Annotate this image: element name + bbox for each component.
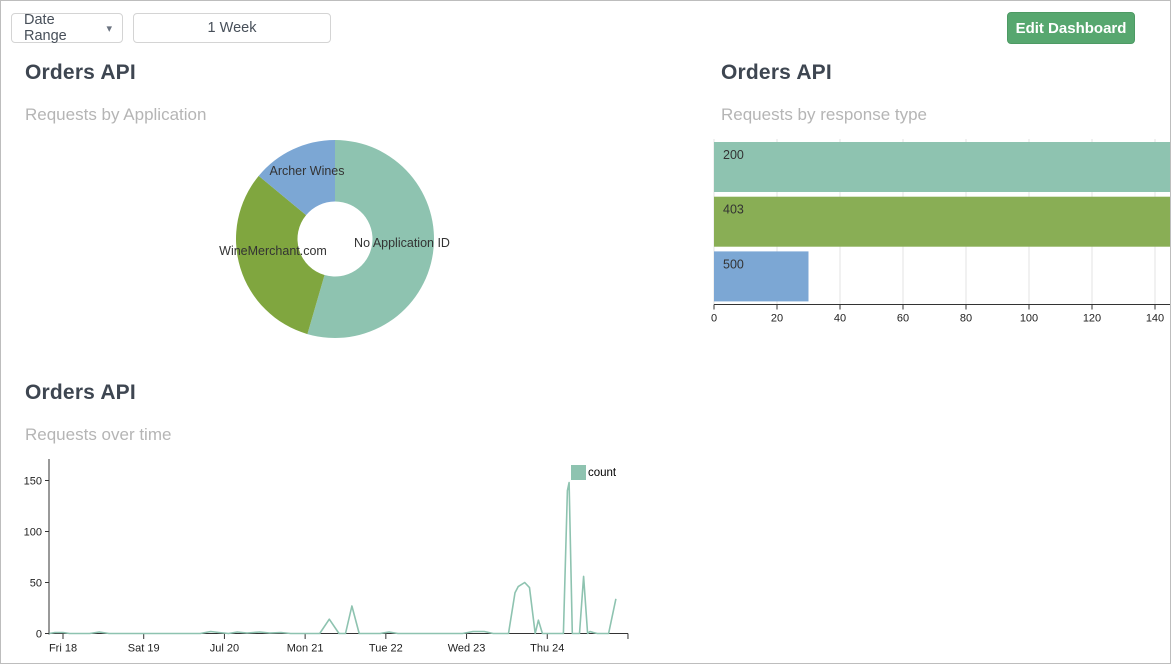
bar-label-500: 500 (723, 257, 744, 271)
y-tick-label: 0 (36, 629, 42, 641)
date-range-label: Date Range (24, 12, 98, 44)
over-time-panel-title: Orders API (25, 381, 136, 405)
x-tick-label: Thu 24 (530, 643, 564, 655)
count-series-line[interactable] (49, 483, 616, 634)
y-tick-label: 150 (24, 476, 42, 488)
line-chart-legend: count (571, 465, 616, 480)
response-types-panel-title: Orders API (721, 61, 832, 85)
x-tick-label: 0 (711, 313, 717, 325)
x-tick-label: 80 (960, 313, 972, 325)
donut-label-no-application-id: No Application ID (354, 236, 450, 250)
y-tick-label: 50 (30, 578, 42, 590)
period-button[interactable]: 1 Week (133, 13, 331, 43)
x-tick-label: Jul 20 (210, 643, 239, 655)
x-tick-label: 140 (1146, 313, 1164, 325)
over-time-panel-subtitle: Requests over time (25, 425, 171, 445)
bar-403[interactable] (714, 197, 1171, 247)
x-tick-label: 100 (1020, 313, 1038, 325)
bar-label-403: 403 (723, 203, 744, 217)
chevron-down-icon: ▾ (106, 22, 112, 35)
x-tick-label: Mon 21 (287, 643, 324, 655)
x-tick-label: Tue 22 (369, 643, 403, 655)
x-tick-label: 120 (1083, 313, 1101, 325)
date-range-select[interactable]: Date Range ▾ (11, 13, 123, 43)
requests-line-chart[interactable]: 0 50 100 150 Fri 18 Sat 19 Jul 20 Mon 21 Tue 22 W… (21, 451, 661, 663)
count-legend-label: count (588, 467, 616, 479)
y-tick-label: 100 (24, 527, 42, 539)
donut-label-winemerchant: WineMerchant.com (219, 244, 327, 258)
applications-panel-subtitle: Requests by Application (25, 105, 206, 125)
response-type-bar-chart[interactable]: 200 403 500 0 20 40 60 80 100 120 140 (701, 139, 1171, 329)
response-types-panel-subtitle: Requests by response type (721, 105, 927, 125)
bar-200[interactable] (714, 142, 1171, 192)
x-tick-label: 60 (897, 313, 909, 325)
bar-label-200: 200 (723, 148, 744, 162)
donut-label-archer-wines: Archer Wines (269, 164, 344, 178)
x-tick-label: 20 (771, 313, 783, 325)
x-tick-label: 40 (834, 313, 846, 325)
x-tick-label: Sat 19 (128, 643, 160, 655)
x-tick-label: Fri 18 (49, 643, 77, 655)
x-tick-label: Wed 23 (448, 643, 486, 655)
edit-dashboard-button[interactable]: Edit Dashboard (1007, 12, 1135, 44)
dashboard-page: Date Range ▾ 1 Week Edit Dashboard Order… (0, 0, 1171, 664)
count-legend-swatch (571, 465, 586, 480)
applications-panel-title: Orders API (25, 61, 136, 85)
